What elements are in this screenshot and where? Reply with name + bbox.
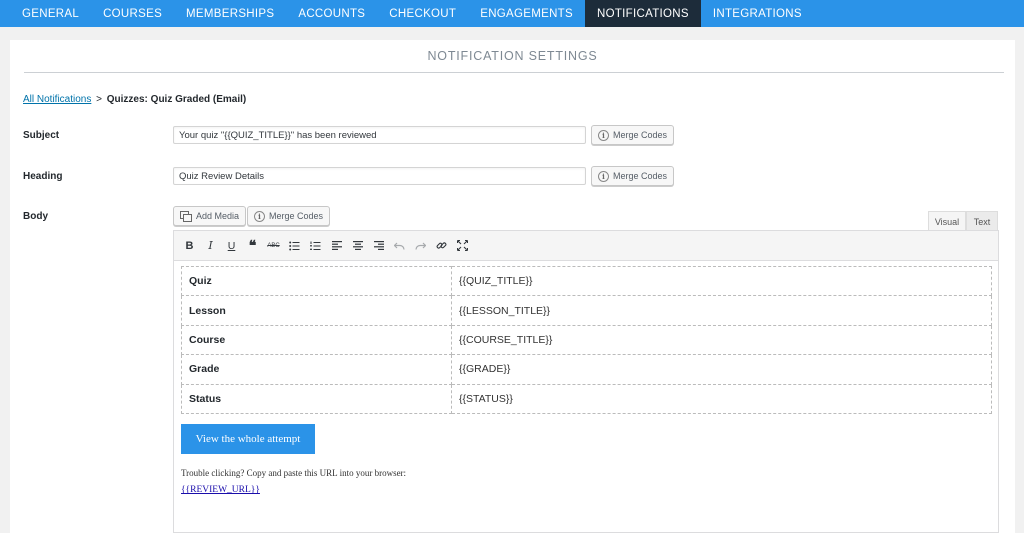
row-value: {{QUIZ_TITLE}} <box>451 265 992 297</box>
view-attempt-button[interactable]: View the whole attempt <box>181 424 315 454</box>
row-key: Grade <box>181 354 452 385</box>
heading-input[interactable] <box>173 167 586 185</box>
panel-title: Notification Settings <box>427 49 598 63</box>
table-row: Course {{COURSE_TITLE}} <box>181 324 992 356</box>
tab-visual[interactable]: Visual <box>928 211 966 231</box>
subject-merge-codes-label: Merge Codes <box>613 130 668 140</box>
add-media-button[interactable]: Add Media <box>173 206 247 226</box>
heading-label: Heading <box>23 171 63 182</box>
row-value: {{GRADE}} <box>451 354 992 385</box>
breadcrumb-separator: > <box>96 94 102 105</box>
row-value: {{LESSON_TITLE}} <box>451 295 992 326</box>
row-key: Quiz <box>181 265 452 297</box>
tab-accounts[interactable]: Accounts <box>286 0 377 27</box>
tab-engagements[interactable]: Engagements <box>468 0 585 27</box>
subject-input[interactable] <box>173 126 586 144</box>
tab-general[interactable]: General <box>10 0 91 27</box>
redo-icon[interactable] <box>411 236 430 255</box>
subject-label: Subject <box>23 130 60 141</box>
info-icon: i <box>598 129 609 141</box>
add-media-label: Add Media <box>196 211 240 221</box>
breadcrumb: All Notifications > Quizzes: Quiz Graded… <box>23 94 246 105</box>
info-icon: i <box>254 210 265 222</box>
subject-merge-codes-button[interactable]: i Merge Codes <box>591 125 675 145</box>
tab-text[interactable]: Text <box>966 211 998 231</box>
align-left-icon[interactable] <box>327 236 346 255</box>
fullscreen-icon[interactable] <box>453 236 472 255</box>
media-icon <box>180 210 192 222</box>
title-divider <box>24 72 1004 73</box>
heading-merge-codes-label: Merge Codes <box>613 171 668 181</box>
row-value: {{STATUS}} <box>451 383 992 414</box>
trouble-clicking-text: Trouble clicking? Copy and paste this UR… <box>181 468 407 478</box>
body-merge-codes-button[interactable]: i Merge Codes <box>247 206 331 226</box>
breadcrumb-all-notifications-link[interactable]: All Notifications <box>23 94 91 105</box>
blockquote-icon[interactable]: ❝ <box>243 236 262 255</box>
breadcrumb-current: Quizzes: Quiz Graded (Email) <box>106 94 247 105</box>
editor-toolbar: B I U ❝ ABC <box>174 231 998 261</box>
link-icon[interactable] <box>432 236 451 255</box>
tab-notifications[interactable]: Notifications <box>584 0 701 27</box>
row-key: Course <box>181 324 452 356</box>
table-row: Status {{STATUS}} <box>181 383 992 414</box>
table-row: Quiz {{QUIZ_TITLE}} <box>181 265 992 297</box>
body-label: Body <box>23 211 48 222</box>
settings-panel: Notification Settings All Notifications … <box>10 40 1015 533</box>
row-value: {{COURSE_TITLE}} <box>451 324 992 356</box>
table-row: Lesson {{LESSON_TITLE}} <box>181 295 992 326</box>
top-nav: General Courses Memberships Accounts Che… <box>0 0 1024 27</box>
underline-icon[interactable]: U <box>222 236 241 255</box>
body-editor[interactable]: B I U ❝ ABC Quiz {{QUIZ_TITLE}} Lesson {… <box>173 230 999 533</box>
strikethrough-icon[interactable]: ABC <box>264 236 283 255</box>
table-row: Grade {{GRADE}} <box>181 354 992 385</box>
tab-checkout[interactable]: Checkout <box>377 0 468 27</box>
undo-icon[interactable] <box>390 236 409 255</box>
italic-icon[interactable]: I <box>201 236 220 255</box>
align-right-icon[interactable] <box>369 236 388 255</box>
numbered-list-icon[interactable] <box>306 236 325 255</box>
row-key: Lesson <box>181 295 452 326</box>
bullet-list-icon[interactable] <box>285 236 304 255</box>
body-merge-codes-label: Merge Codes <box>269 211 324 221</box>
info-icon: i <box>598 170 609 182</box>
tab-courses[interactable]: Courses <box>91 0 174 27</box>
review-url-link[interactable]: {{REVIEW_URL}} <box>181 485 260 495</box>
merge-code-table: Quiz {{QUIZ_TITLE}} Lesson {{LESSON_TITL… <box>181 265 992 414</box>
row-key: Status <box>181 383 452 414</box>
align-center-icon[interactable] <box>348 236 367 255</box>
tab-memberships[interactable]: Memberships <box>174 0 286 27</box>
heading-merge-codes-button[interactable]: i Merge Codes <box>591 166 675 186</box>
bold-icon[interactable]: B <box>180 236 199 255</box>
tab-integrations[interactable]: Integrations <box>701 0 814 27</box>
